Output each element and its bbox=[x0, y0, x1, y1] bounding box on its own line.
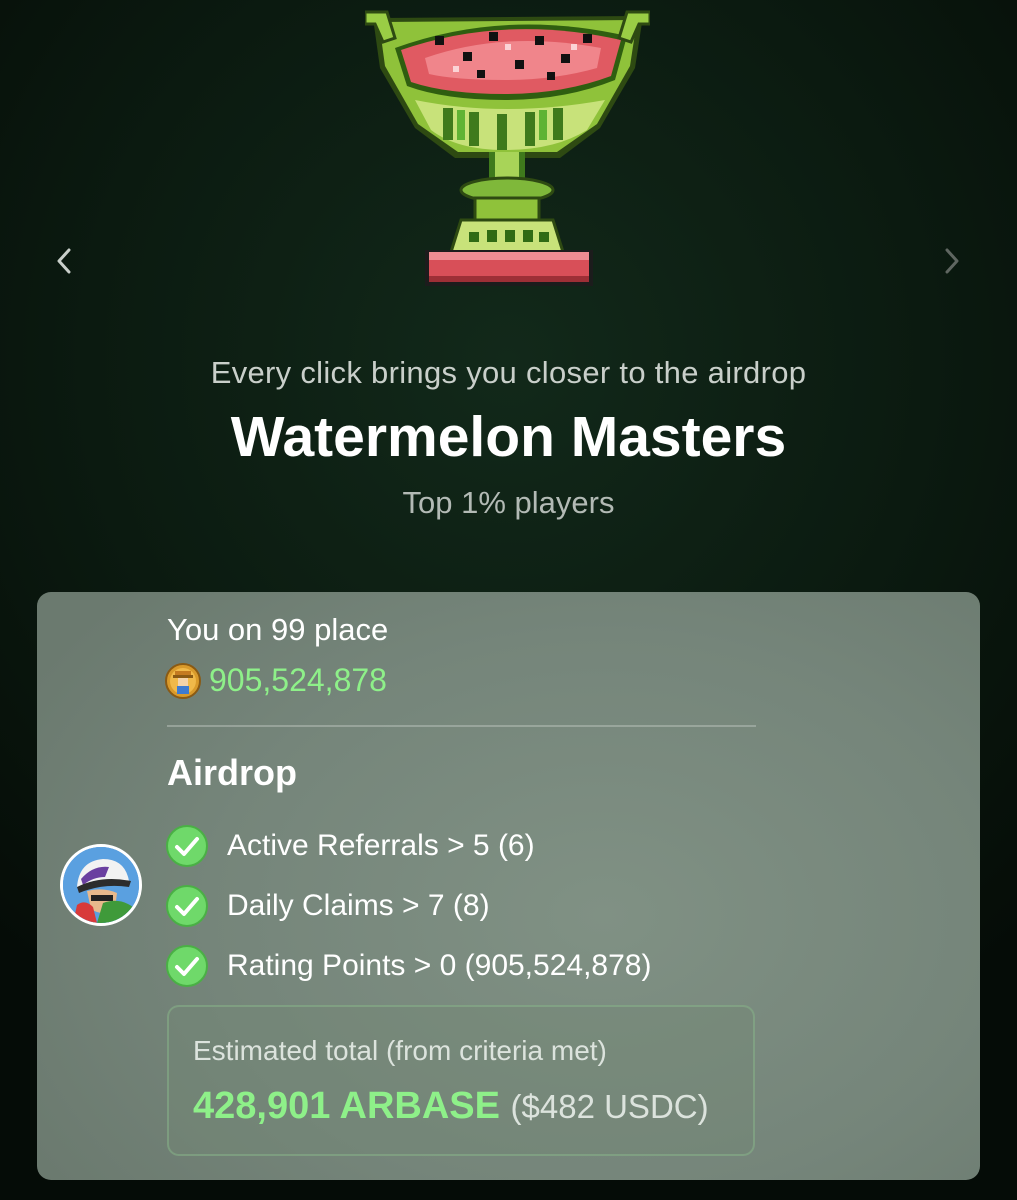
chevron-right-icon bbox=[945, 248, 959, 274]
chevron-left-icon bbox=[57, 248, 71, 274]
airdrop-title: Airdrop bbox=[167, 752, 297, 793]
check-circle-icon bbox=[166, 945, 208, 987]
criterion-item: Daily Claims > 7 (8) bbox=[165, 876, 651, 936]
avatar-illustration bbox=[63, 847, 139, 923]
estimate-label: Estimated total (from criteria met) bbox=[193, 1035, 607, 1066]
points-value: 905,524,878 bbox=[209, 662, 387, 698]
divider bbox=[167, 725, 756, 727]
estimate-value: 428,901 ARBASE ($482 USDC) bbox=[193, 1085, 709, 1128]
page-title: Watermelon Masters bbox=[230, 405, 787, 469]
watermelon-trophy-icon bbox=[365, 10, 650, 286]
estimate-box: Estimated total (from criteria met) 428,… bbox=[167, 1005, 755, 1156]
criterion-label: Rating Points > 0 (905,524,878) bbox=[227, 949, 652, 982]
hero-tagline: Top 1% players bbox=[402, 485, 615, 520]
previous-button[interactable] bbox=[46, 243, 82, 279]
airdrop-card: You on 99 place 905,524,878 Airdrop Acti… bbox=[37, 592, 980, 1180]
criterion-item: Rating Points > 0 (905,524,878) bbox=[165, 936, 651, 996]
criteria-list: Active Referrals > 5 (6) Daily Claims > … bbox=[165, 816, 651, 996]
check-circle-icon bbox=[166, 885, 208, 927]
criterion-label: Active Referrals > 5 (6) bbox=[227, 829, 535, 862]
estimate-usd: ($482 USDC) bbox=[510, 1088, 709, 1125]
user-avatar[interactable] bbox=[60, 844, 142, 926]
criterion-item: Active Referrals > 5 (6) bbox=[165, 816, 651, 876]
rank-text: You on 99 place bbox=[167, 612, 389, 647]
points-row: 905,524,878 bbox=[165, 662, 387, 699]
check-circle-icon bbox=[166, 825, 208, 867]
estimate-amount: 428,901 ARBASE bbox=[193, 1085, 500, 1127]
next-button[interactable] bbox=[934, 243, 970, 279]
criterion-label: Daily Claims > 7 (8) bbox=[227, 889, 490, 922]
farmer-coin-icon bbox=[165, 662, 201, 699]
hero-subtitle: Every click brings you closer to the air… bbox=[210, 355, 807, 390]
